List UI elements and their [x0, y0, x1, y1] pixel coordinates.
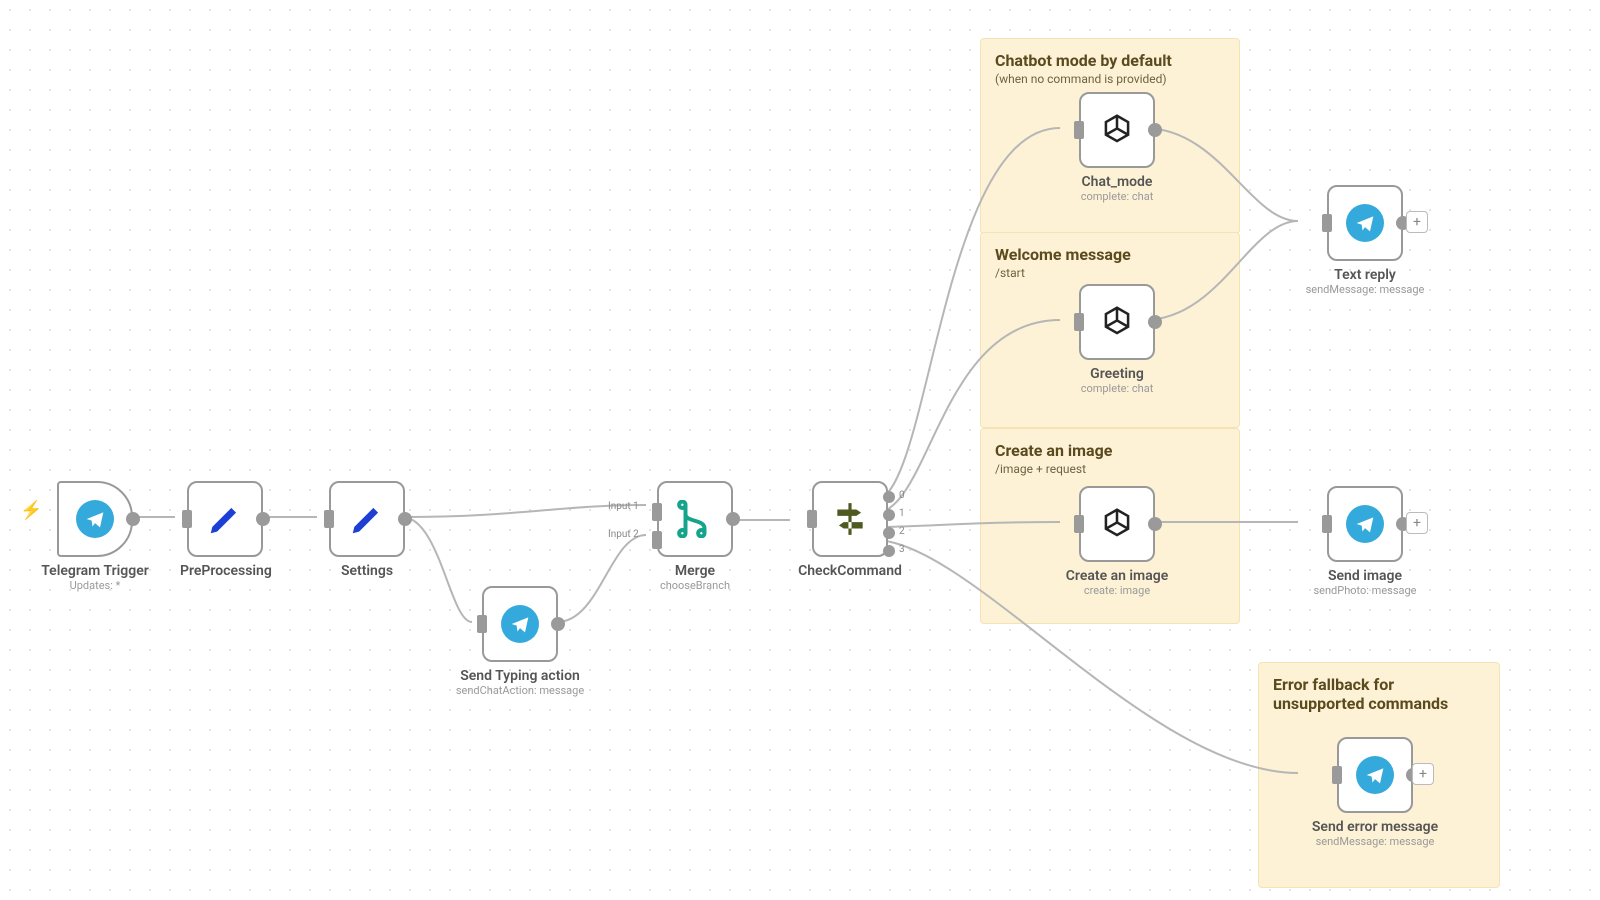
output-port[interactable]	[1148, 517, 1162, 531]
node-title: CheckCommand	[795, 563, 905, 579]
output-port[interactable]	[398, 512, 412, 526]
sticky-title: Welcome message	[995, 245, 1225, 264]
node-subtitle: create: image	[1062, 584, 1172, 597]
sticky-title: Error fallback for unsupported commands	[1273, 675, 1485, 713]
output-port[interactable]	[1148, 315, 1162, 329]
node-title: Greeting	[1062, 366, 1172, 382]
pencil-icon	[206, 500, 244, 538]
openai-icon	[1098, 505, 1136, 543]
input-port[interactable]	[1332, 766, 1342, 784]
input-port[interactable]	[1074, 313, 1084, 331]
node-subtitle: chooseBranch	[650, 579, 740, 592]
node-send-image[interactable]: Send image sendPhoto: message	[1300, 486, 1430, 597]
output-port[interactable]	[551, 617, 565, 631]
add-node-button[interactable]: +	[1406, 512, 1428, 534]
add-node-button[interactable]: +	[1412, 763, 1434, 785]
node-subtitle: Updates: *	[40, 579, 150, 592]
sticky-subtitle: /image + request	[995, 462, 1225, 476]
output-port-2[interactable]: 2	[883, 527, 895, 539]
node-subtitle: complete: chat	[1062, 382, 1172, 395]
branch-icon	[676, 500, 714, 538]
telegram-icon	[76, 500, 114, 538]
node-preprocessing[interactable]: PreProcessing	[180, 481, 270, 579]
node-title: Chat_mode	[1062, 174, 1172, 190]
node-subtitle: sendChatAction: message	[450, 684, 590, 697]
input-port[interactable]	[1074, 515, 1084, 533]
output-port-1[interactable]: 1	[883, 509, 895, 521]
sticky-title: Create an image	[995, 441, 1225, 460]
node-settings[interactable]: Settings	[322, 481, 412, 579]
node-send-error[interactable]: Send error message sendMessage: message	[1300, 737, 1450, 848]
openai-icon	[1098, 303, 1136, 341]
node-telegram-trigger[interactable]: Telegram Trigger Updates: *	[40, 481, 150, 592]
telegram-icon	[501, 605, 539, 643]
node-greeting[interactable]: Greeting complete: chat	[1062, 284, 1172, 395]
node-subtitle: sendMessage: message	[1300, 283, 1430, 296]
telegram-icon	[1346, 204, 1384, 242]
output-port-3[interactable]: 3	[883, 545, 895, 557]
node-title: Text reply	[1300, 267, 1430, 283]
sticky-title: Chatbot mode by default	[995, 51, 1225, 70]
output-port-0[interactable]: 0	[883, 491, 895, 503]
node-check-command[interactable]: 0 1 2 3 CheckCommand	[795, 481, 905, 579]
output-port[interactable]	[1148, 123, 1162, 137]
telegram-icon	[1346, 505, 1384, 543]
input-port-2[interactable]: Input 2	[652, 531, 662, 549]
node-title: Settings	[322, 563, 412, 579]
input-port[interactable]	[182, 510, 192, 528]
node-title: Telegram Trigger	[40, 563, 150, 579]
input-port[interactable]	[807, 510, 817, 528]
output-port[interactable]	[126, 512, 140, 526]
output-port[interactable]	[256, 512, 270, 526]
node-title: Send error message	[1300, 819, 1450, 835]
node-title: PreProcessing	[180, 563, 270, 579]
node-subtitle: complete: chat	[1062, 190, 1172, 203]
node-title: Send Typing action	[450, 668, 590, 684]
input-port[interactable]	[1322, 214, 1332, 232]
node-title: Send image	[1300, 568, 1430, 584]
node-chat-mode[interactable]: Chat_mode complete: chat	[1062, 92, 1172, 203]
node-subtitle: sendPhoto: message	[1300, 584, 1430, 597]
output-port[interactable]	[726, 512, 740, 526]
node-text-reply[interactable]: Text reply sendMessage: message	[1300, 185, 1430, 296]
input-port-1[interactable]: Input 1	[652, 503, 662, 521]
node-subtitle: sendMessage: message	[1300, 835, 1450, 848]
node-merge[interactable]: Input 1 Input 2 Merge chooseBranch	[650, 481, 740, 592]
input-port[interactable]	[477, 615, 487, 633]
add-node-button[interactable]: +	[1406, 211, 1428, 233]
openai-icon	[1098, 111, 1136, 149]
node-send-typing[interactable]: Send Typing action sendChatAction: messa…	[450, 586, 590, 697]
input-port[interactable]	[324, 510, 334, 528]
workflow-canvas[interactable]: Chatbot mode by default (when no command…	[0, 0, 1600, 900]
signpost-icon	[831, 500, 869, 538]
sticky-subtitle: /start	[995, 266, 1225, 280]
node-title: Create an image	[1062, 568, 1172, 584]
node-create-image[interactable]: Create an image create: image	[1062, 486, 1172, 597]
pencil-icon	[348, 500, 386, 538]
telegram-icon	[1356, 756, 1394, 794]
sticky-subtitle: (when no command is provided)	[995, 72, 1225, 86]
input-port[interactable]	[1322, 515, 1332, 533]
input-port[interactable]	[1074, 121, 1084, 139]
node-title: Merge	[650, 563, 740, 579]
